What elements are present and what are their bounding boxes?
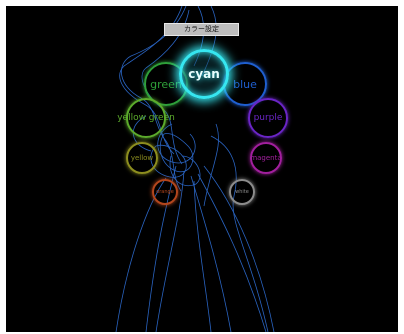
color-option-orange[interactable]: orange — [152, 179, 178, 205]
color-option-label: white — [235, 188, 249, 195]
color-option-label: yellow green — [117, 112, 175, 123]
color-settings-screen: カラー設定 cyan green blue yellow green purple yel… — [6, 6, 398, 332]
color-option-label: purple — [253, 112, 283, 123]
color-option-magenta[interactable]: magenta — [250, 142, 282, 174]
color-option-label: green — [150, 77, 182, 91]
page-title: カラー設定 — [164, 23, 239, 36]
color-option-label: blue — [233, 77, 257, 91]
color-option-white[interactable]: white — [229, 179, 255, 205]
color-option-label: orange — [156, 188, 174, 195]
color-option-yellow-green[interactable]: yellow green — [117, 98, 175, 138]
color-option-purple[interactable]: purple — [248, 98, 288, 138]
color-option-label: yellow — [130, 153, 154, 162]
color-option-label: magenta — [250, 153, 282, 162]
color-option-label: cyan — [188, 67, 220, 81]
color-option-yellow[interactable]: yellow — [126, 142, 158, 174]
color-option-cyan[interactable]: cyan — [179, 49, 229, 99]
